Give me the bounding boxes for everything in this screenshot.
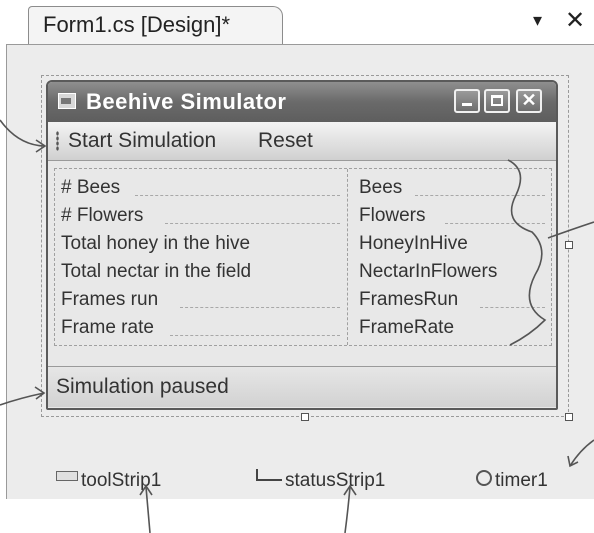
status-label: Simulation paused <box>56 375 229 398</box>
form-titlebar: Beehive Simulator ✕ <box>48 82 556 122</box>
start-simulation-button[interactable]: Start Simulation <box>68 129 216 153</box>
resize-handle-bottom[interactable] <box>301 413 309 421</box>
form-window[interactable]: Beehive Simulator ✕ Start Simulation Res… <box>46 80 558 410</box>
tab-close-icon[interactable]: ✕ <box>565 6 585 35</box>
resize-handle-corner[interactable] <box>565 413 573 421</box>
component-tray: toolStrip1 statusStrip1 timer1 <box>6 430 594 499</box>
reset-button[interactable]: Reset <box>258 129 313 153</box>
value-flowers: Flowers <box>359 205 426 226</box>
designer-tab[interactable]: Form1.cs [Design]* <box>28 6 283 46</box>
label-bees: # Bees <box>61 177 121 198</box>
app-icon <box>58 93 76 109</box>
statusstrip-icon <box>256 468 282 481</box>
tray-toolstrip1[interactable]: toolStrip1 <box>56 470 161 492</box>
tray-timer1-label: timer1 <box>495 470 548 491</box>
tray-statusstrip1[interactable]: statusStrip1 <box>256 468 386 492</box>
label-frames-run: Frames run <box>61 289 159 310</box>
stats-table-layout: # Bees Bees # Flowers Flowers Total hone… <box>54 168 552 346</box>
tab-dropdown-icon[interactable]: ▾ <box>533 10 542 31</box>
label-flowers: # Flowers <box>61 205 144 226</box>
label-total-nectar: Total nectar in the field <box>61 261 252 282</box>
label-total-honey: Total honey in the hive <box>61 233 251 254</box>
close-button[interactable]: ✕ <box>516 89 542 113</box>
value-frame-rate: FrameRate <box>359 317 455 338</box>
value-bees: Bees <box>359 177 403 198</box>
toolstrip: Start Simulation Reset <box>48 122 556 161</box>
minimize-button[interactable] <box>454 89 480 113</box>
status-strip: Simulation paused <box>48 366 556 407</box>
tray-toolstrip1-label: toolStrip1 <box>81 470 162 491</box>
toolstrip-icon <box>56 470 78 481</box>
value-honey-in-hive: HoneyInHive <box>359 233 468 254</box>
value-frames-run: FramesRun <box>359 289 459 310</box>
toolstrip-grip-icon[interactable] <box>56 131 59 151</box>
timer-icon <box>476 469 492 486</box>
form-title: Beehive Simulator <box>86 89 287 114</box>
tray-statusstrip1-label: statusStrip1 <box>285 470 386 491</box>
tray-timer1[interactable]: timer1 <box>476 469 548 492</box>
label-frame-rate: Frame rate <box>61 317 154 338</box>
grid-divider <box>347 169 348 345</box>
maximize-button[interactable] <box>484 89 510 113</box>
value-nectar-in-flowers: NectarInFlowers <box>359 261 498 282</box>
designer-tab-title: Form1.cs [Design]* <box>43 12 231 37</box>
resize-handle-right[interactable] <box>565 241 573 249</box>
